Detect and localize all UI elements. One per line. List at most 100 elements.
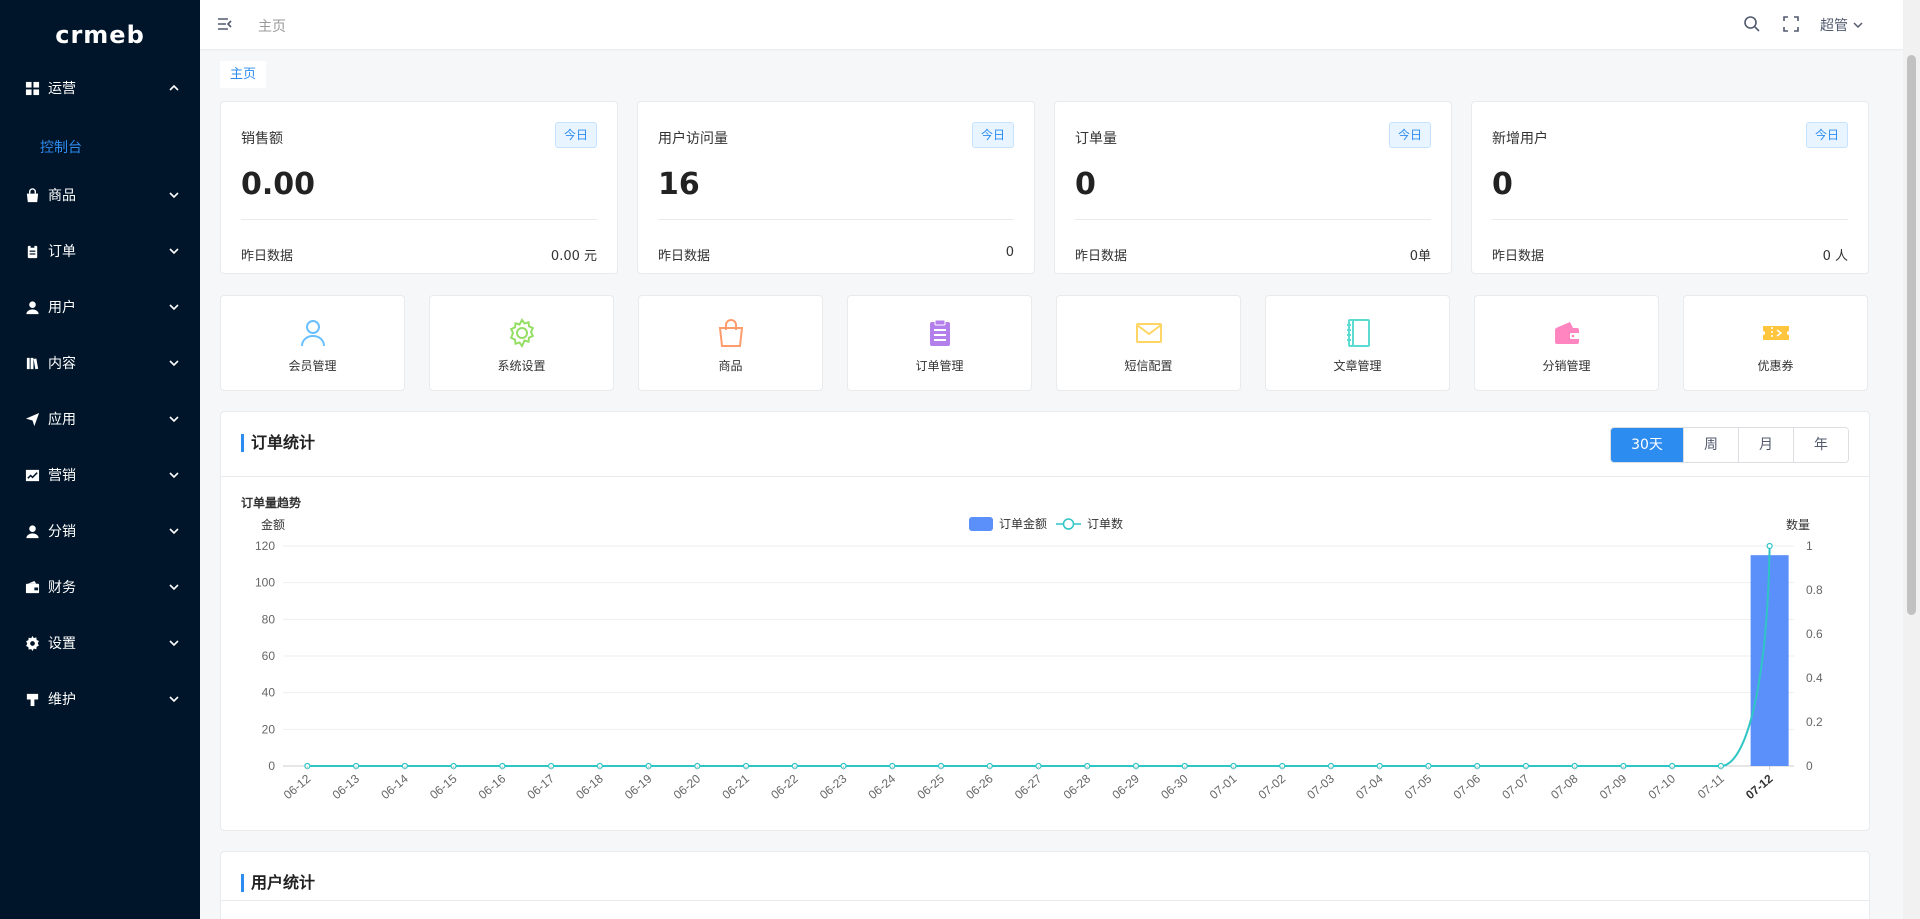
brand-logo[interactable]: crmeb [0, 0, 200, 70]
shortcut-tile[interactable]: 短信配置 [1056, 295, 1241, 391]
stat-foot-value: 0单 [1409, 249, 1431, 264]
shortcut-tile[interactable]: 分销管理 [1474, 295, 1659, 391]
sidebar-item-label: 营销 [48, 468, 76, 484]
stat-value: 0 [1492, 167, 1513, 202]
main-content: 销售额 今日 0.00 昨日数据 0.00 元 用户访问量 今日 16 昨日数据 0 订单量 今日 0 昨… [200, 93, 1903, 919]
x-tick-label: 06-23 [817, 771, 850, 802]
sidebar-item-label: 内容 [48, 356, 76, 372]
shortcut-tile[interactable]: 商品 [638, 295, 823, 391]
sidebar-item-10[interactable]: 维护 [0, 679, 200, 719]
stat-title: 订单量 [1075, 131, 1117, 147]
shortcut-label: 分销管理 [1542, 359, 1591, 373]
stat-foot-value: 0 [1005, 245, 1014, 260]
shortcut-tile[interactable]: 优惠券 [1683, 295, 1868, 391]
chevron-down-icon [168, 637, 180, 649]
y-axis-label-right: 数量 [1786, 517, 1810, 532]
sidebar-item-4[interactable]: 内容 [0, 343, 200, 383]
y-tick-right: 1 [1806, 539, 1813, 553]
x-tick-label: 06-25 [914, 771, 947, 802]
order-icon [925, 318, 955, 348]
sidebar-item-5[interactable]: 应用 [0, 399, 200, 439]
stat-foot-label: 昨日数据 [241, 249, 294, 264]
y-tick-left: 80 [262, 612, 276, 626]
sidebar-item-2[interactable]: 订单 [0, 231, 200, 271]
user-menu[interactable]: 超管 [1820, 15, 1864, 35]
x-tick-label: 06-29 [1109, 771, 1142, 802]
sidebar-item-9[interactable]: 设置 [0, 623, 200, 663]
chevron-up-icon [168, 82, 180, 94]
x-tick-label: 06-30 [1158, 771, 1191, 802]
sidebar-item-1[interactable]: 商品 [0, 175, 200, 215]
x-tick-label: 07-04 [1353, 771, 1386, 802]
x-tick-label: 06-26 [963, 771, 996, 802]
today-badge: 今日 [1805, 122, 1848, 148]
wallet-icon [1552, 318, 1582, 348]
x-tick-label: 07-06 [1451, 771, 1484, 802]
shortcut-label: 商品 [718, 359, 743, 373]
stat-card: 订单量 今日 0 昨日数据 0单 [1054, 101, 1452, 274]
x-tick-label: 07-12 [1743, 771, 1776, 802]
today-badge: 今日 [1388, 122, 1431, 148]
sidebar-item-label: 应用 [48, 412, 76, 428]
sidebar-subitem-dashboard[interactable]: 控制台 [0, 127, 200, 167]
sidebar-item-3[interactable]: 用户 [0, 287, 200, 327]
settings-icon [507, 318, 537, 348]
x-tick-label: 06-27 [1012, 771, 1045, 802]
shortcut-tile[interactable]: 订单管理 [847, 295, 1032, 391]
panel-title: 用户统计 [241, 874, 315, 892]
gear-icon [24, 635, 40, 651]
sidebar-item-label: 订单 [48, 244, 76, 260]
stat-title: 销售额 [241, 131, 283, 147]
shortcut-label: 会员管理 [288, 359, 337, 373]
line-point [1766, 542, 1773, 550]
x-tick-label: 07-07 [1499, 771, 1532, 802]
shortcut-label: 订单管理 [915, 359, 964, 373]
chart-icon [24, 467, 40, 483]
x-tick-label: 06-20 [671, 771, 704, 802]
shortcut-label: 文章管理 [1333, 359, 1382, 373]
shortcut-tile[interactable]: 文章管理 [1265, 295, 1450, 391]
sidebar-item-label: 商品 [48, 188, 76, 204]
y-tick-left: 40 [262, 686, 276, 700]
coupon-icon [1761, 318, 1791, 348]
page-scrollbar[interactable] [1903, 0, 1920, 919]
order-trend-chart: 0 20 40 60 80 100 120 0 0.2 0.4 0.6 0.8 1 金额 数量 订单金额 订单数… [255, 516, 1823, 802]
notebook-icon [1343, 318, 1373, 348]
clipboard-icon [24, 243, 40, 259]
x-tick-label: 06-21 [719, 771, 752, 802]
y-tick-right: 0.6 [1806, 627, 1823, 641]
stat-title: 用户访问量 [658, 131, 728, 147]
stat-title: 新增用户 [1492, 131, 1548, 147]
menu-toggle-icon[interactable] [216, 15, 234, 33]
stat-foot-value: 0 人 [1822, 249, 1848, 264]
x-tick-label: 06-12 [281, 771, 314, 802]
fullscreen-icon[interactable] [1782, 15, 1800, 33]
chevron-down-icon [168, 245, 180, 257]
stat-value: 0.00 [241, 167, 316, 202]
search-icon[interactable] [1743, 15, 1761, 33]
x-tick-label: 06-17 [524, 771, 557, 802]
legend-label: 订单金额 [999, 516, 1047, 531]
shortcut-tile[interactable]: 系统设置 [429, 295, 614, 391]
y-tick-right: 0.2 [1806, 715, 1823, 729]
breadcrumb[interactable]: 主页 [258, 16, 286, 36]
y-tick-right: 0.4 [1806, 671, 1823, 685]
shortcut-tile[interactable]: 会员管理 [220, 295, 405, 391]
chevron-down-icon [168, 413, 180, 425]
sidebar-item-0[interactable]: 运营 [0, 68, 200, 108]
legend-label: 订单数 [1087, 516, 1123, 531]
x-tick-label: 07-03 [1304, 771, 1337, 802]
sidebar: crmeb 运营控制台商品订单用户内容应用营销分销财务设置维护 [0, 0, 200, 919]
scroll-thumb[interactable] [1907, 55, 1916, 615]
x-tick-label: 07-05 [1402, 771, 1435, 802]
tab-home[interactable]: 主页 [220, 61, 267, 88]
chevron-down-icon [168, 693, 180, 705]
bag-icon [24, 187, 40, 203]
sidebar-item-7[interactable]: 分销 [0, 511, 200, 551]
sidebar-item-6[interactable]: 营销 [0, 455, 200, 495]
legend-marker [1062, 518, 1075, 530]
x-tick-label: 07-11 [1695, 771, 1727, 801]
sidebar-item-8[interactable]: 财务 [0, 567, 200, 607]
x-tick-label: 07-01 [1207, 771, 1240, 802]
x-tick-label: 06-16 [476, 771, 509, 802]
